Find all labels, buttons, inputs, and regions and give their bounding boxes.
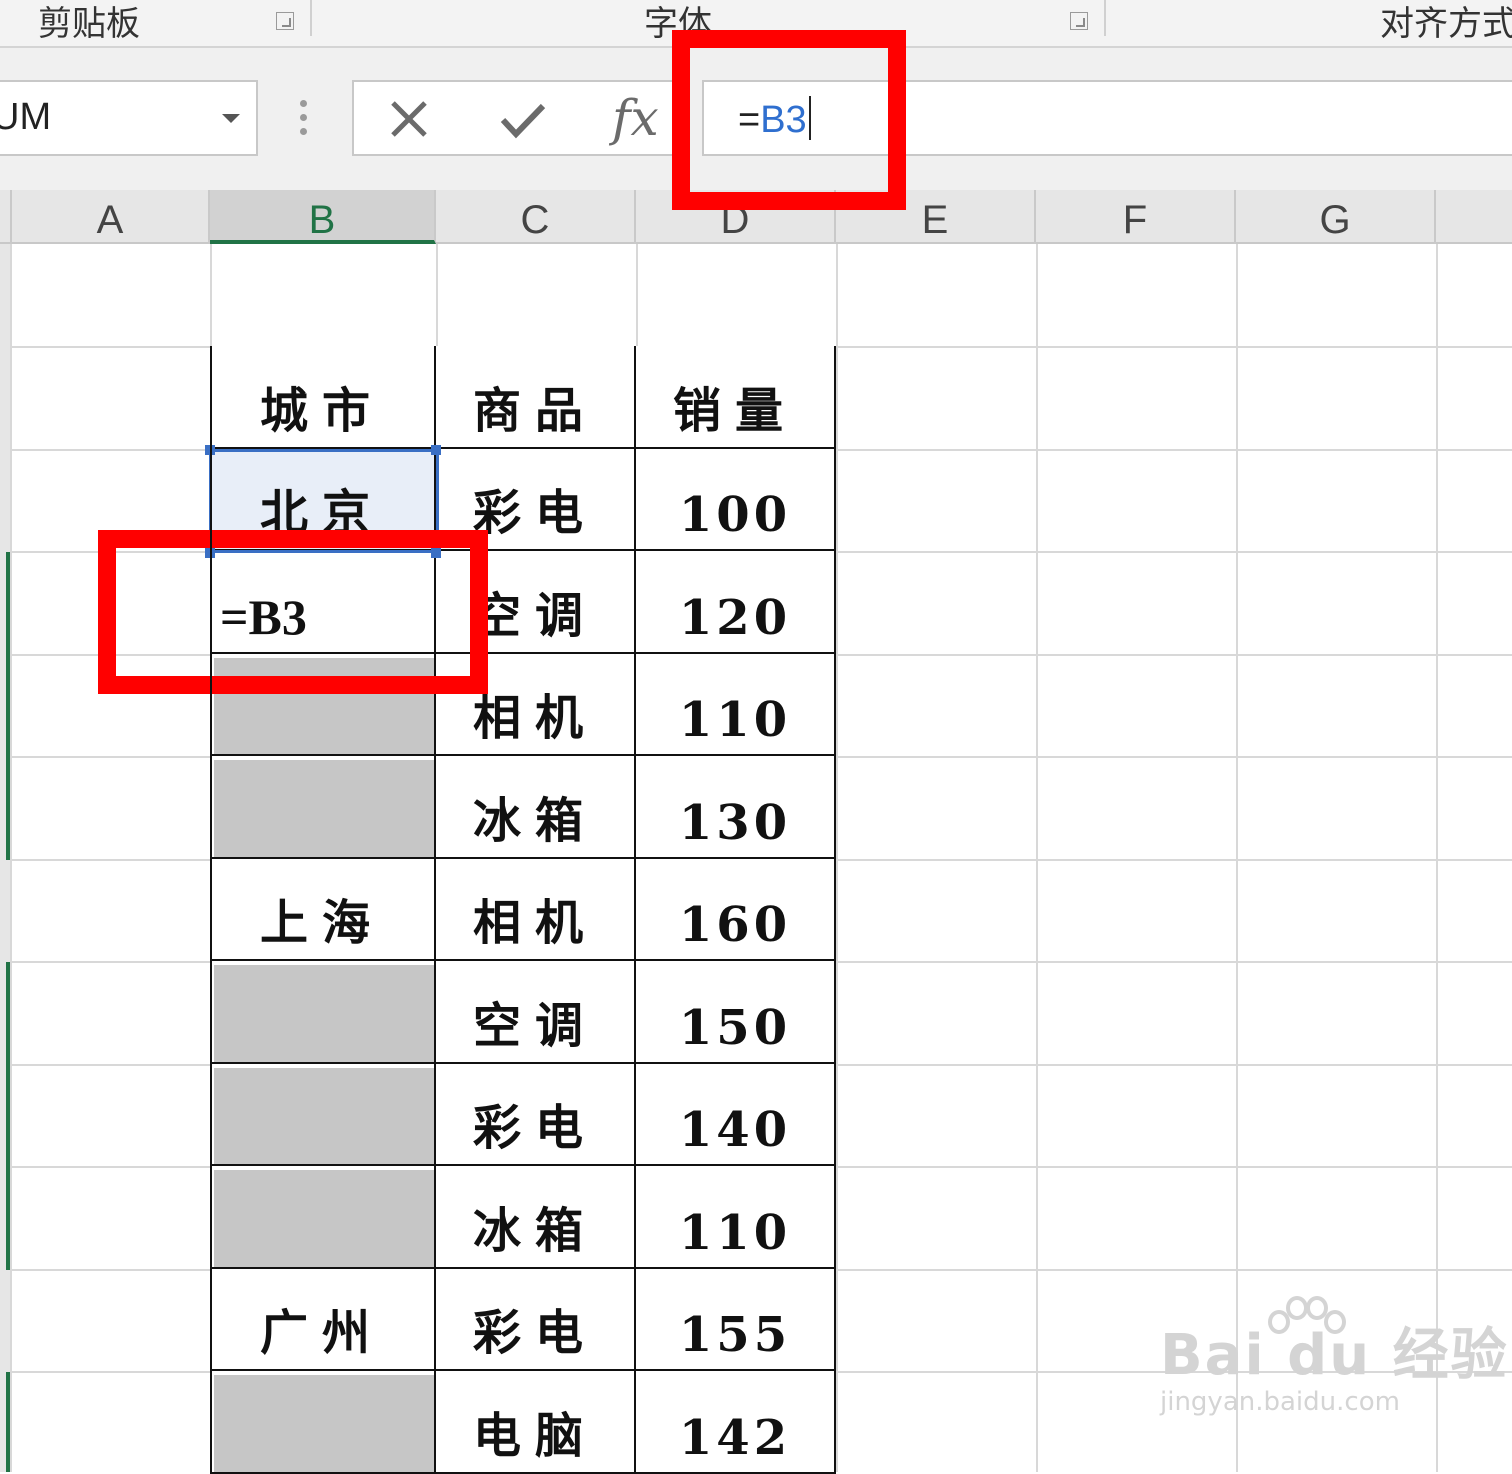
cell-sales-text: 120	[678, 589, 792, 646]
gridline	[10, 244, 12, 1472]
cell-city[interactable]	[210, 1371, 436, 1474]
header-cell-sales-text: 销量	[672, 382, 797, 439]
close-icon[interactable]	[390, 100, 428, 138]
watermark-sub: jingyan.baidu.com	[1160, 1387, 1400, 1417]
cell-product-text: 冰箱	[472, 792, 597, 849]
ribbon-separator	[1104, 0, 1106, 36]
cell-sales[interactable]: 142	[636, 1371, 836, 1474]
cell-product-text: 彩电	[472, 1100, 597, 1156]
baidu-watermark-logo: Bai du 经验 jingyan.baidu.com	[1160, 1296, 1509, 1417]
gridline	[1036, 244, 1038, 1472]
gridline	[1236, 244, 1238, 1472]
cell-product[interactable]: 电脑	[436, 1371, 636, 1474]
cell-city[interactable]: 上海	[210, 858, 436, 961]
font-launcher-icon[interactable]	[1070, 12, 1088, 30]
gridline	[1436, 244, 1438, 1472]
cell-product-text: 空调	[472, 997, 597, 1054]
annotation-box-cell	[98, 530, 488, 694]
drag-handle-icon[interactable]	[300, 100, 308, 142]
header-cell-sales[interactable]: 销量	[636, 346, 836, 449]
ribbon-separator	[310, 0, 312, 36]
cell-product-text: 电脑	[472, 1407, 597, 1464]
cell-sales[interactable]: 110	[636, 1166, 836, 1269]
cell-sales[interactable]: 150	[636, 961, 836, 1064]
cell-sales-text: 142	[678, 1409, 792, 1466]
column-header-g[interactable]: G	[1236, 190, 1436, 244]
cell-sales-text: 140	[678, 1102, 792, 1158]
cell-city[interactable]	[210, 1063, 436, 1166]
cell-city[interactable]: 广州	[210, 1268, 436, 1371]
cell-product[interactable]: 冰箱	[436, 1166, 636, 1269]
column-header-c[interactable]: C	[436, 190, 636, 244]
column-header-b[interactable]: B	[210, 190, 436, 244]
name-box-value: UM	[0, 96, 52, 138]
header-cell-product[interactable]: 商品	[436, 346, 636, 449]
cell-sales[interactable]: 155	[636, 1268, 836, 1371]
selection-handle[interactable]	[431, 445, 441, 455]
cell-product-text: 冰箱	[472, 1202, 597, 1259]
cell-sales-text: 150	[678, 999, 792, 1056]
cell-sales[interactable]: 130	[636, 756, 836, 859]
annotation-box-formula	[672, 30, 906, 210]
cell-sales-text: 160	[678, 897, 792, 953]
cell-sales[interactable]: 160	[636, 858, 836, 961]
gridline	[836, 244, 838, 1472]
header-cell-product-text: 商品	[472, 382, 597, 439]
cell-sales-text: 110	[678, 692, 792, 748]
column-header-f[interactable]: F	[1036, 190, 1236, 244]
cell-product[interactable]: 冰箱	[436, 756, 636, 859]
cell-product[interactable]: 彩电	[436, 1063, 636, 1166]
cell-sales-text: 110	[678, 1204, 792, 1261]
cell-product[interactable]: 相机	[436, 858, 636, 961]
name-box[interactable]: UM	[0, 80, 258, 156]
cell-product-text: 彩电	[472, 1305, 597, 1361]
worksheet-grid[interactable]: 城市 商品 销量 北京 彩电 100 =B3 空调 120 相机 110 冰箱 130 上海 相机 160 空调…	[0, 244, 1512, 1474]
formula-buttons: fx	[352, 80, 690, 156]
cell-product[interactable]: 彩电	[436, 1268, 636, 1371]
cell-sales-text: 155	[678, 1307, 792, 1363]
cell-city[interactable]	[210, 756, 436, 859]
cell-product[interactable]: 空调	[436, 961, 636, 1064]
cell-sales[interactable]: 100	[636, 448, 836, 551]
header-cell-city[interactable]: 城市	[210, 346, 436, 449]
cell-city-text: 上海	[259, 895, 384, 951]
clipboard-group-label: 剪贴板	[38, 4, 140, 44]
cell-sales-text: 130	[678, 794, 792, 851]
select-all-corner[interactable]	[0, 190, 12, 244]
cell-sales[interactable]: 140	[636, 1063, 836, 1166]
chevron-down-icon[interactable]	[222, 114, 240, 123]
alignment-group-label: 对齐方式	[1380, 4, 1512, 44]
table-left-border	[210, 346, 212, 1472]
check-icon[interactable]	[500, 102, 546, 140]
cell-city[interactable]	[210, 1166, 436, 1269]
column-header-a[interactable]: A	[12, 190, 210, 244]
insert-function-button[interactable]: fx	[612, 90, 659, 146]
cell-city-text: 广州	[259, 1305, 384, 1361]
cell-sales-text: 100	[678, 487, 792, 543]
cell-product-text: 相机	[472, 895, 597, 951]
cell-sales[interactable]: 110	[636, 653, 836, 756]
cell-sales[interactable]: 120	[636, 551, 836, 654]
cell-city[interactable]	[210, 961, 436, 1064]
header-cell-city-text: 城市	[259, 382, 384, 439]
clipboard-launcher-icon[interactable]	[276, 12, 294, 30]
